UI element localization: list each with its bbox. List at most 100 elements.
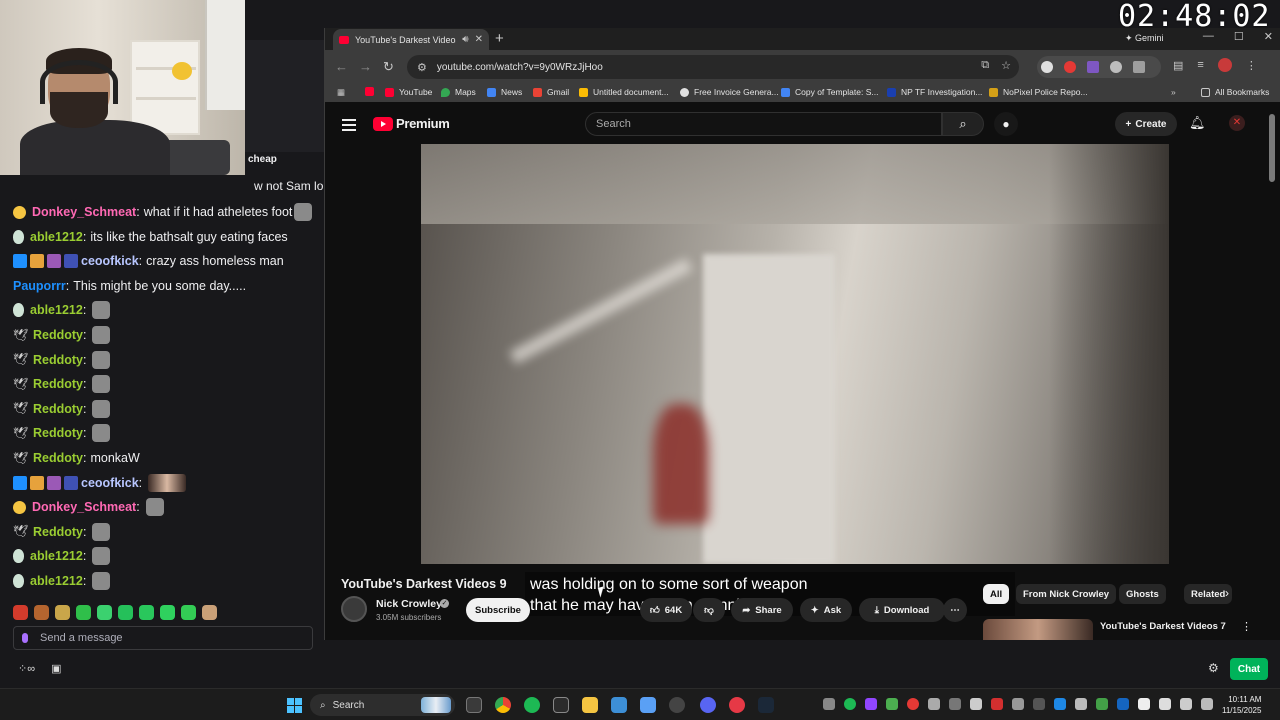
tab-youtube[interactable]: YouTube's Darkest Videos 9 🔊︎ ✕	[333, 29, 489, 50]
emote-icon[interactable]	[76, 604, 91, 620]
extension-icon[interactable]	[1110, 61, 1122, 73]
emote-icon[interactable]	[181, 604, 196, 620]
extension-icon[interactable]	[1064, 61, 1076, 73]
chat-username[interactable]: Pauporrr	[13, 274, 66, 298]
emote-icon[interactable]	[202, 604, 217, 620]
media-icon[interactable]: ≡	[1197, 59, 1203, 71]
tray-icon[interactable]	[949, 698, 961, 710]
reload-icon[interactable]: ↻	[383, 59, 394, 75]
app-icon[interactable]	[729, 697, 745, 713]
page-scrollbar[interactable]	[1269, 114, 1275, 182]
dislike-button[interactable]: 👎︎	[693, 598, 725, 622]
more-actions-button[interactable]: ⋯	[943, 598, 967, 622]
close-tab-icon[interactable]: ✕	[475, 34, 483, 45]
share-button[interactable]: ➦ Share	[731, 598, 793, 622]
chat-username[interactable]: ceoofkick	[81, 471, 139, 495]
chevron-right-icon[interactable]: ›	[1225, 586, 1229, 600]
taskbar-search[interactable]: ⌕ Search	[310, 694, 455, 716]
video-player[interactable]	[421, 144, 1169, 564]
tray-icon[interactable]	[928, 698, 940, 710]
file-explorer-icon[interactable]	[582, 697, 598, 713]
chat-username[interactable]: Reddoty	[33, 348, 83, 372]
tray-icon[interactable]	[1054, 698, 1066, 710]
chat-message-input[interactable]: Send a message	[13, 626, 313, 650]
chat-username[interactable]: Reddoty	[33, 397, 83, 421]
bookmark-youtube-short[interactable]	[365, 87, 379, 96]
filter-chip-all[interactable]: All	[983, 584, 1010, 604]
apps-icon[interactable]: ▦	[337, 87, 345, 98]
filter-chip-from-channel[interactable]: From Nick Crowley	[1016, 584, 1117, 604]
gift-icon[interactable]: ▣	[51, 662, 61, 675]
recommended-thumbnail[interactable]	[983, 619, 1093, 640]
create-button[interactable]: + Create	[1115, 112, 1177, 136]
gemini-button[interactable]: ✦ Gemini	[1125, 33, 1164, 44]
emote-icon[interactable]	[97, 604, 112, 620]
extension-icon[interactable]	[1087, 61, 1099, 73]
address-bar[interactable]: ⚙ youtube.com/watch?v=9y0WRzJjHoo ⧉ ☆	[407, 55, 1019, 79]
chevron-right-icon[interactable]: »	[1171, 87, 1176, 97]
emote-icon[interactable]	[55, 604, 70, 620]
chat-button[interactable]: Chat	[1230, 658, 1268, 680]
tray-icon[interactable]	[1075, 698, 1087, 710]
emote-icon[interactable]	[13, 604, 28, 620]
task-view-icon[interactable]	[466, 697, 482, 713]
site-info-icon[interactable]: ⚙	[417, 61, 427, 74]
chat-username[interactable]: Reddoty	[33, 520, 83, 544]
steam-icon[interactable]	[758, 697, 774, 713]
tray-icon[interactable]	[907, 698, 919, 710]
bookmark-item[interactable]: Untitled document...	[579, 87, 669, 97]
voice-search-button[interactable]: ●	[994, 112, 1018, 136]
download-button[interactable]: ⤓ Download	[859, 598, 945, 622]
youtube-search-input[interactable]: Search	[585, 112, 942, 136]
windows-start-icon[interactable]	[287, 698, 302, 713]
channel-name[interactable]: Nick Crowley	[376, 598, 442, 610]
chat-username[interactable]: able1212	[30, 569, 83, 593]
bookmark-item[interactable]: Maps	[441, 87, 476, 97]
tray-icon[interactable]	[1012, 698, 1024, 710]
speaker-icon[interactable]: 🔊︎	[462, 34, 468, 45]
tray-icon[interactable]	[844, 698, 856, 710]
chrome-icon[interactable]	[495, 697, 511, 713]
taskbar-clock[interactable]: 10:11 AM 11/15/2025	[1222, 694, 1261, 716]
volume-icon[interactable]	[1138, 698, 1150, 710]
tray-icon[interactable]	[886, 698, 898, 710]
menu-icon[interactable]: ⋮	[1246, 59, 1257, 72]
bookmark-item[interactable]: YouTube	[385, 87, 432, 97]
recommended-title[interactable]: YouTube's Darkest Videos 7	[1100, 621, 1226, 632]
chat-username[interactable]: Reddoty	[33, 446, 83, 470]
tray-icon[interactable]	[991, 698, 1003, 710]
gear-icon[interactable]: ⚙	[1208, 661, 1219, 675]
chat-username[interactable]: Reddoty	[33, 372, 83, 396]
bluetooth-icon[interactable]	[1117, 698, 1129, 710]
community-icon[interactable]: ⁘∞	[18, 662, 35, 675]
hamburger-menu-icon[interactable]	[342, 119, 356, 134]
emote-icon[interactable]	[139, 604, 154, 620]
search-button[interactable]: ⌕	[942, 112, 984, 136]
chat-username[interactable]: able1212	[30, 298, 83, 322]
battery-icon[interactable]	[1180, 698, 1192, 710]
spotify-icon[interactable]	[524, 697, 540, 713]
obs-icon[interactable]	[669, 697, 685, 713]
tray-icon[interactable]	[1096, 698, 1108, 710]
profile-avatar[interactable]	[1217, 58, 1232, 72]
filter-chip-ghosts[interactable]: Ghosts	[1119, 584, 1166, 604]
chat-username[interactable]: ceoofkick	[81, 249, 139, 273]
photos-icon[interactable]	[611, 697, 627, 713]
chat-username[interactable]: Reddoty	[33, 323, 83, 347]
like-button[interactable]: 👍︎ 64K	[640, 598, 692, 622]
extension-icon[interactable]	[1041, 61, 1053, 73]
star-icon[interactable]: ☆	[1001, 59, 1011, 72]
bookmark-item[interactable]: Free Invoice Genera...	[680, 87, 779, 97]
bookmark-item[interactable]: Copy of Template: S...	[781, 87, 878, 97]
bookmark-item[interactable]: News	[487, 87, 522, 97]
network-icon[interactable]	[1159, 698, 1171, 710]
account-avatar[interactable]: ✕	[1229, 115, 1245, 131]
speaker-icon[interactable]	[1201, 698, 1213, 710]
back-icon[interactable]: ←	[335, 59, 348, 74]
emote-icon[interactable]	[34, 604, 49, 620]
tray-icon[interactable]	[865, 698, 877, 710]
bookmark-item[interactable]: Gmail	[533, 87, 569, 97]
forward-icon[interactable]: →	[359, 59, 372, 74]
more-vertical-icon[interactable]: ⋮	[1241, 620, 1252, 633]
new-tab-button[interactable]: +	[495, 30, 504, 47]
